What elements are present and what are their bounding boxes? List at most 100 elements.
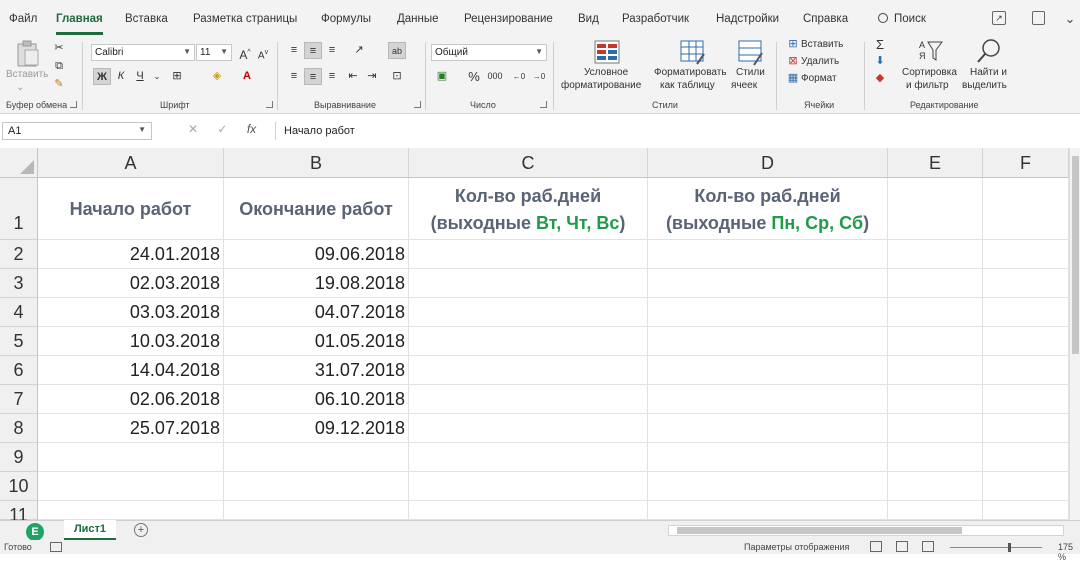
cell-c11[interactable] (409, 501, 648, 520)
cell-b7[interactable]: 06.10.2018 (224, 385, 409, 414)
cell-b11[interactable] (224, 501, 409, 520)
sort-filter-label-1[interactable]: Сортировка (902, 66, 957, 79)
font-launcher-icon[interactable] (266, 101, 273, 108)
zoom-slider-knob[interactable] (1008, 543, 1011, 552)
cell-a5[interactable]: 10.03.2018 (38, 327, 224, 356)
horizontal-scrollbar[interactable] (668, 525, 1064, 536)
cell-b5[interactable]: 01.05.2018 (224, 327, 409, 356)
cell-c7[interactable] (409, 385, 648, 414)
cell-e10[interactable] (888, 472, 983, 501)
underline-button[interactable]: Ч (131, 68, 149, 85)
conditional-formatting-label-1[interactable]: Условное (584, 66, 628, 79)
zoom-level[interactable]: 175 % (1058, 542, 1080, 562)
insert-function-icon[interactable]: fx (247, 122, 256, 136)
percent-button[interactable]: % (465, 68, 483, 85)
cell-c1[interactable]: Кол-во раб.дней (выходные Вт, Чт, Вс) (409, 178, 648, 240)
cell-a7[interactable]: 02.06.2018 (38, 385, 224, 414)
cell-d9[interactable] (648, 443, 888, 472)
row-header-9[interactable]: 9 (0, 443, 38, 472)
align-left-icon[interactable]: ≡ (285, 68, 303, 85)
cell-e6[interactable] (888, 356, 983, 385)
tab-developer[interactable]: Разработчик (622, 13, 689, 25)
name-box[interactable]: A1 ▼ (2, 122, 152, 140)
borders-icon[interactable]: ⊞ (168, 68, 186, 85)
insert-cells-label[interactable]: Вставить (801, 38, 843, 51)
merge-center-icon[interactable]: ⊡ (388, 68, 406, 85)
normal-view-icon[interactable] (870, 541, 882, 552)
cell-styles-label-2[interactable]: ячеек (731, 79, 757, 92)
clipboard-launcher-icon[interactable] (70, 101, 77, 108)
row-header-1[interactable]: 1 (0, 178, 38, 240)
thousands-button[interactable]: 000 (484, 68, 506, 85)
cell-f7[interactable] (983, 385, 1069, 414)
cell-b9[interactable] (224, 443, 409, 472)
tab-home[interactable]: Главная (56, 13, 103, 35)
cell-e8[interactable] (888, 414, 983, 443)
cell-f11[interactable] (983, 501, 1069, 520)
currency-icon[interactable]: ▣ (433, 68, 451, 85)
find-select-label-2[interactable]: выделить (962, 79, 1007, 92)
cell-a6[interactable]: 14.04.2018 (38, 356, 224, 385)
cell-a2[interactable]: 24.01.2018 (38, 240, 224, 269)
cell-f10[interactable] (983, 472, 1069, 501)
cell-b4[interactable]: 04.07.2018 (224, 298, 409, 327)
sheet-tab-list1[interactable]: Лист1 (64, 520, 116, 540)
row-header-6[interactable]: 6 (0, 356, 38, 385)
sort-filter-label-2[interactable]: и фильтр (906, 79, 949, 92)
tab-page-layout[interactable]: Разметка страницы (193, 13, 297, 25)
row-header-5[interactable]: 5 (0, 327, 38, 356)
cell-a11[interactable] (38, 501, 224, 520)
display-settings[interactable]: Параметры отображения (744, 542, 849, 552)
enter-icon[interactable]: ✓ (217, 122, 227, 136)
sort-filter-icon[interactable]: A Я (918, 38, 944, 64)
number-launcher-icon[interactable] (540, 101, 547, 108)
cell-a4[interactable]: 03.03.2018 (38, 298, 224, 327)
cell-c6[interactable] (409, 356, 648, 385)
cell-c5[interactable] (409, 327, 648, 356)
cell-d2[interactable] (648, 240, 888, 269)
clear-icon[interactable]: ◆ (871, 70, 889, 87)
cell-e5[interactable] (888, 327, 983, 356)
cell-d5[interactable] (648, 327, 888, 356)
insert-cells-icon[interactable]: ⊞ (784, 36, 802, 53)
cell-styles-label-1[interactable]: Стили (736, 66, 765, 79)
row-header-3[interactable]: 3 (0, 269, 38, 298)
tab-formulas[interactable]: Формулы (321, 13, 371, 25)
wrap-text-icon[interactable]: ab (388, 42, 406, 59)
orientation-icon[interactable]: ↗ (350, 42, 368, 59)
fill-icon[interactable]: ⬇ (871, 53, 889, 70)
increase-decimal-icon[interactable]: ←0 (510, 68, 528, 85)
decrease-decimal-icon[interactable]: →0 (530, 68, 548, 85)
decrease-font-icon[interactable]: Av (254, 44, 272, 61)
cell-c10[interactable] (409, 472, 648, 501)
row-header-2[interactable]: 2 (0, 240, 38, 269)
cell-f1[interactable] (983, 178, 1069, 240)
column-header-e[interactable]: E (888, 148, 983, 178)
align-right-icon[interactable]: ≡ (323, 68, 341, 85)
autosum-icon[interactable]: Σ (871, 36, 889, 53)
cell-e7[interactable] (888, 385, 983, 414)
cell-c4[interactable] (409, 298, 648, 327)
scrollbar-thumb[interactable] (1072, 156, 1079, 354)
cell-d1[interactable]: Кол-во раб.дней (выходные Пн, Ср, Сб) (648, 178, 888, 240)
cell-f9[interactable] (983, 443, 1069, 472)
comments-icon[interactable] (1032, 11, 1045, 25)
cell-e1[interactable] (888, 178, 983, 240)
underline-dropdown-icon[interactable]: ⌄ (148, 68, 166, 85)
find-select-label-1[interactable]: Найти и (970, 66, 1007, 79)
copy-icon[interactable]: ⧉ (50, 58, 68, 75)
delete-cells-label[interactable]: Удалить (801, 55, 839, 68)
cell-b1[interactable]: Окончание работ (224, 178, 409, 240)
cell-d4[interactable] (648, 298, 888, 327)
format-as-table-label-2[interactable]: как таблицу (660, 79, 715, 92)
tab-view[interactable]: Вид (578, 13, 599, 25)
cell-a8[interactable]: 25.07.2018 (38, 414, 224, 443)
cell-e11[interactable] (888, 501, 983, 520)
cell-c2[interactable] (409, 240, 648, 269)
add-sheet-button[interactable]: + (134, 523, 148, 537)
formula-input[interactable]: Начало работ (275, 122, 1080, 140)
search-box[interactable]: Поиск (878, 12, 926, 25)
zoom-slider[interactable] (950, 543, 1042, 552)
vertical-scrollbar[interactable] (1069, 148, 1080, 520)
column-header-d[interactable]: D (648, 148, 888, 178)
